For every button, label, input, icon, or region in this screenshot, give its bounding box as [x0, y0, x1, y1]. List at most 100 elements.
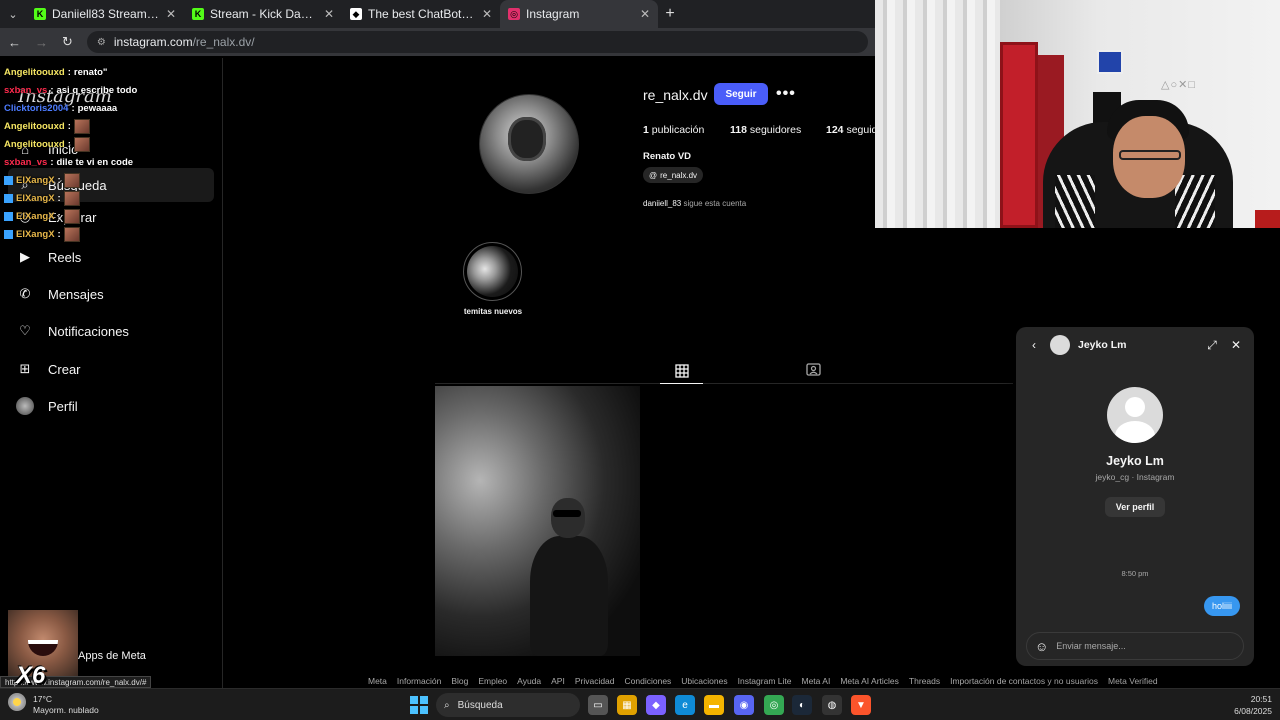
dm-profile-name: Jeyko Lm: [1106, 454, 1164, 468]
footer-link[interactable]: API: [551, 676, 565, 686]
dm-contact-avatar[interactable]: [1050, 335, 1070, 355]
footer-link[interactable]: Ubicaciones: [681, 676, 727, 686]
emoji-icon[interactable]: ☺: [1035, 639, 1048, 654]
obs-icon[interactable]: ◍: [822, 695, 842, 715]
sidebar-item-mensajes[interactable]: ✆ Mensajes: [8, 277, 214, 311]
browser-tab[interactable]: ◆ The best ChatBot and Widgets ✕: [342, 0, 500, 28]
sidebar-item-crear[interactable]: ⊞ Crear: [8, 352, 214, 386]
posts-grid-tab[interactable]: [660, 358, 703, 384]
followers-stat[interactable]: 118 seguidores: [730, 124, 801, 136]
stream-chat-overlay: Angelitoouxd : renato" sxban_vs : asi q esc…: [4, 63, 224, 243]
chat-message: ElXangX :: [4, 189, 224, 207]
posts-stat: 1 publicación: [643, 124, 705, 136]
tab-close-icon[interactable]: ✕: [324, 7, 334, 21]
chat-text: renato": [73, 66, 108, 78]
dm-handle-line: jeyko_cg · Instagram: [1095, 472, 1175, 482]
tagged-tab[interactable]: [801, 358, 825, 380]
chat-emote-icon: [63, 208, 80, 224]
chat-separator: :: [50, 156, 54, 168]
profile-avatar[interactable]: [479, 94, 579, 194]
chat-text: asi q escribe todo: [56, 84, 138, 96]
chat-username: ElXangX: [16, 210, 55, 222]
footer-link[interactable]: Blog: [451, 676, 468, 686]
browser-tab[interactable]: ◎ Instagram ✕: [500, 0, 658, 28]
more-options-icon[interactable]: •••: [776, 85, 796, 103]
system-clock[interactable]: 20:51 6/08/2025: [1216, 693, 1272, 717]
chat-separator: :: [67, 138, 71, 150]
chat-separator: :: [57, 210, 61, 222]
dm-profile-avatar: [1107, 387, 1163, 443]
view-profile-button[interactable]: Ver perfil: [1105, 497, 1165, 517]
followed-by-text[interactable]: daniiell_83 sigue esta cuenta: [643, 199, 746, 208]
footer-link[interactable]: Threads: [909, 676, 940, 686]
tab-title: Instagram: [526, 7, 580, 21]
tab-close-icon[interactable]: ✕: [640, 7, 650, 21]
expand-icon[interactable]: ⤢: [1204, 338, 1220, 353]
chat-username: ElXangX: [16, 192, 55, 204]
file-explorer-icon[interactable]: ▬: [704, 695, 724, 715]
browser-tab[interactable]: K Daniiell83 Stream - Watch Live ✕: [26, 0, 184, 28]
threads-badge[interactable]: @ re_nalx.dv: [643, 167, 704, 183]
address-bar[interactable]: ⚙ instagram.com/re_nalx.dv/: [86, 31, 868, 53]
profile-post-thumbnail[interactable]: [435, 386, 640, 656]
footer-link[interactable]: Privacidad: [575, 676, 615, 686]
weather-icon: [8, 693, 26, 711]
message-timestamp: 8:50 pm: [1121, 569, 1149, 578]
chat-badge-icon: [4, 193, 13, 203]
footer-link[interactable]: Importación de contactos y no usuarios: [950, 676, 1098, 686]
tab-close-icon[interactable]: ✕: [482, 7, 492, 21]
url-path: /re_nalx.dv/: [192, 35, 255, 49]
new-tab-button[interactable]: +: [658, 0, 682, 28]
tab-close-icon[interactable]: ✕: [166, 7, 176, 21]
back-chevron-icon[interactable]: ‹: [1026, 338, 1042, 352]
footer-link[interactable]: Meta AI: [801, 676, 830, 686]
reload-icon[interactable]: ↻: [62, 34, 73, 50]
chat-username: sxban_vs: [4, 156, 48, 168]
discord-icon[interactable]: ◉: [734, 695, 754, 715]
tab-favicon-icon: K: [192, 8, 204, 20]
store-icon[interactable]: ▦: [617, 695, 637, 715]
story-highlight[interactable]: [463, 242, 522, 301]
plus-square-icon: ⊞: [19, 361, 31, 376]
story-highlight-label: temitas nuevos: [463, 307, 523, 316]
tagged-icon: [805, 363, 821, 376]
footer-link[interactable]: Empleo: [478, 676, 507, 686]
close-icon[interactable]: ✕: [1228, 338, 1244, 352]
site-info-icon[interactable]: ⚙: [97, 37, 106, 48]
windows-taskbar: 17°C Mayorm. nublado ⌕ Búsqueda ▭ ▦ ◆ e ▬ ◉ ◎ ◐…: [0, 688, 1280, 720]
sidebar-item-reels[interactable]: ▶ Reels: [8, 240, 214, 274]
footer-link[interactable]: Instagram Lite: [738, 676, 792, 686]
task-view-icon[interactable]: ▭: [588, 695, 608, 715]
tab-search-chevron-icon[interactable]: ⌄: [0, 0, 26, 28]
brave-icon[interactable]: ▼: [851, 695, 871, 715]
meta-apps-link[interactable]: Apps de Meta: [78, 650, 146, 662]
chat-username: Clicktoris2004: [4, 102, 69, 114]
footer-link[interactable]: Meta Verified: [1108, 676, 1158, 686]
footer-link[interactable]: Meta AI Articles: [840, 676, 899, 686]
back-icon[interactable]: ←: [8, 35, 21, 50]
footer-link[interactable]: Ayuda: [517, 676, 541, 686]
steam-icon[interactable]: ◐: [792, 695, 812, 715]
sent-message-bubble[interactable]: holiiii: [1204, 596, 1241, 616]
footer-link[interactable]: Meta: [368, 676, 387, 686]
webcam-overlay: △○✕□: [875, 0, 1280, 228]
chat-emote-icon: [73, 118, 90, 134]
footer-link[interactable]: Condiciones: [625, 676, 672, 686]
browser-tab[interactable]: K Stream - Kick Dashboard ✕: [184, 0, 342, 28]
edge-icon[interactable]: e: [675, 695, 695, 715]
copilot-icon[interactable]: ◆: [646, 695, 666, 715]
wall-sign: △○✕□: [1161, 79, 1196, 91]
forward-icon[interactable]: →: [35, 35, 48, 50]
sidebar-item-perfil[interactable]: Perfil: [8, 389, 214, 423]
follow-button[interactable]: Seguir: [714, 83, 768, 105]
chat-text: pewaaaa: [77, 102, 118, 114]
footer-link[interactable]: Información: [397, 676, 441, 686]
sidebar-item-label: Notificaciones: [48, 323, 129, 339]
chrome-icon[interactable]: ◎: [764, 695, 784, 715]
dm-contact-name[interactable]: Jeyko Lm: [1078, 339, 1196, 351]
sidebar-item-notificaciones[interactable]: ♡ Notificaciones: [8, 314, 214, 348]
taskbar-search[interactable]: ⌕ Búsqueda: [436, 693, 580, 717]
windows-start-icon[interactable]: [410, 696, 428, 714]
weather-widget[interactable]: 17°C Mayorm. nublado: [8, 693, 99, 715]
message-input[interactable]: ☺ Enviar mensaje...: [1026, 632, 1244, 660]
